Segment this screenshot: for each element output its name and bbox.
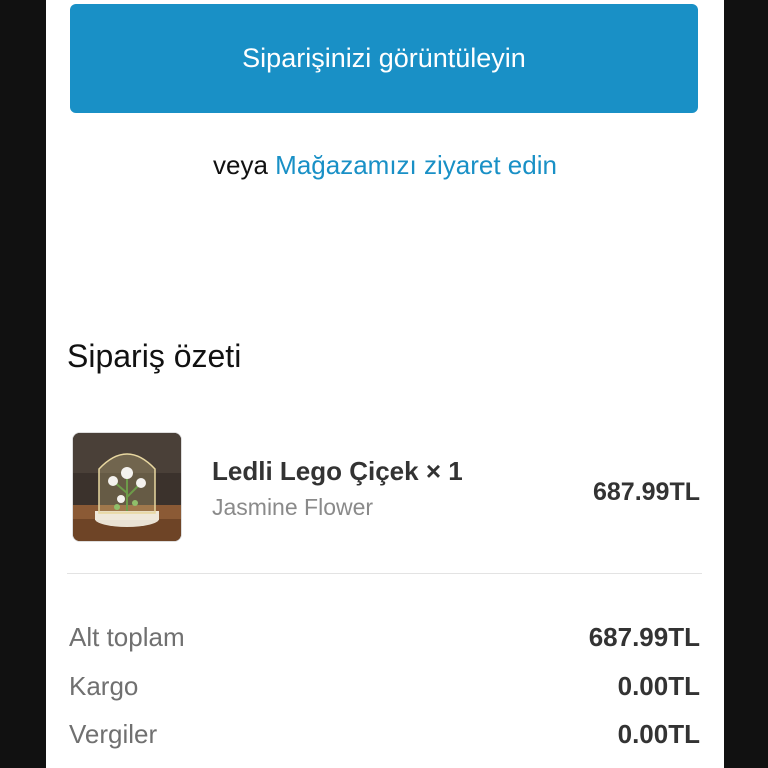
- taxes-label: Vergiler: [69, 719, 158, 749]
- shipping-row: Kargo 0.00TL: [69, 671, 700, 711]
- right-bezel: [724, 0, 768, 768]
- shipping-value: 0.00TL: [617, 671, 700, 701]
- summary-divider: [67, 573, 702, 574]
- subtotal-row: Alt toplam 687.99TL: [69, 622, 700, 662]
- subtotal-value: 687.99TL: [588, 622, 700, 652]
- subtotal-label: Alt toplam: [69, 622, 185, 652]
- order-summary-title: Sipariş özeti: [67, 338, 242, 374]
- left-bezel: [0, 0, 46, 768]
- view-order-button[interactable]: Siparişinizi görüntüleyin: [70, 4, 698, 113]
- alternative-action-line: veya Mağazamızı ziyaret edin: [46, 150, 724, 181]
- order-status-page: Siparişinizi görüntüleyin veya Mağazamız…: [46, 0, 724, 768]
- taxes-value: 0.00TL: [617, 719, 700, 749]
- item-name: Ledli Lego Çiçek × 1: [212, 456, 463, 486]
- flower-dome-lamp-image: [72, 432, 182, 542]
- visit-store-link[interactable]: Mağazamızı ziyaret edin: [275, 150, 557, 180]
- item-price: 687.99TL: [592, 478, 700, 506]
- screen-frame: Siparişinizi görüntüleyin veya Mağazamız…: [0, 0, 768, 768]
- item-variant: Jasmine Flower: [212, 494, 374, 520]
- taxes-row: Vergiler 0.00TL: [69, 719, 700, 759]
- shipping-label: Kargo: [69, 671, 139, 701]
- order-line-item: Ledli Lego Çiçek × 1 Jasmine Flower 687.…: [72, 432, 702, 542]
- or-text: veya: [213, 150, 268, 180]
